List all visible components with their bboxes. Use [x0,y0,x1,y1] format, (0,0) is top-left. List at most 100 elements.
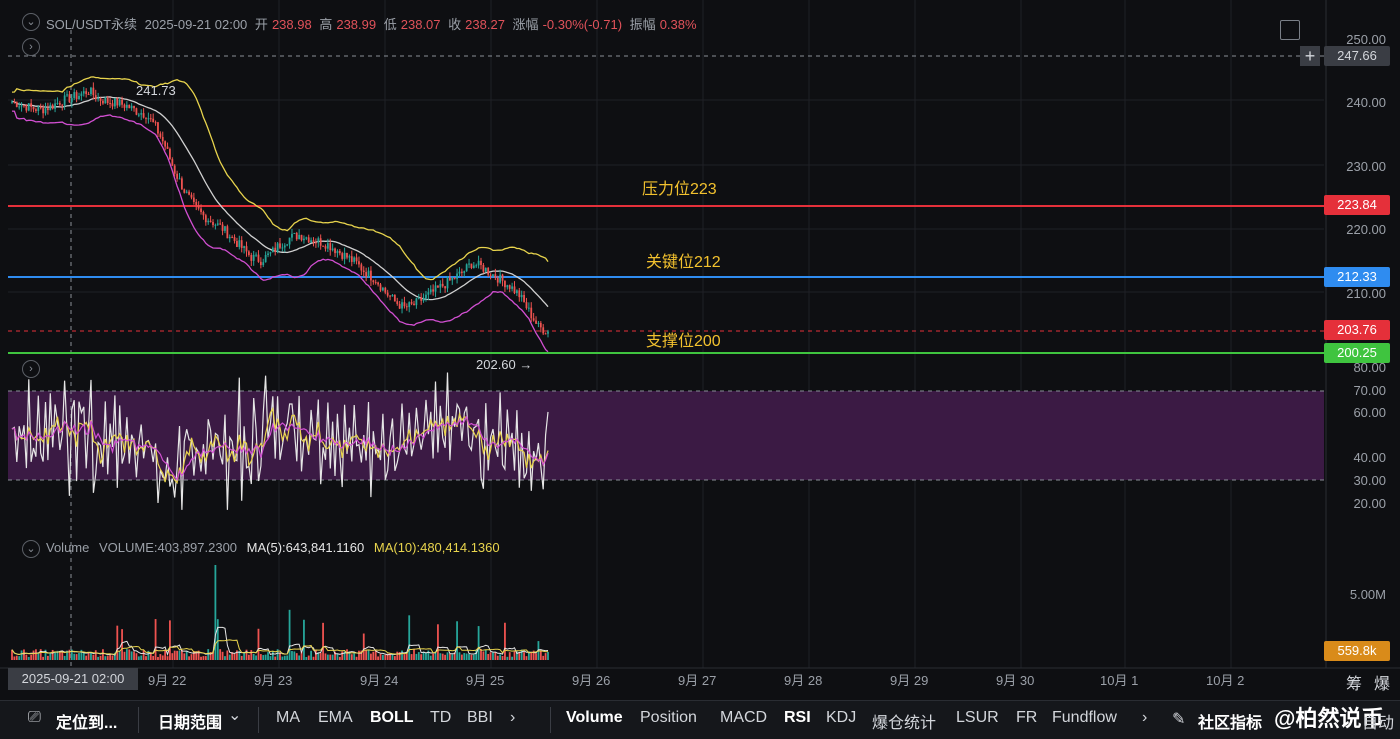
volume-bar [255,655,257,660]
candle-body [477,260,480,266]
candle-body [393,295,396,302]
candle-body [190,194,193,198]
volume-bar [267,652,269,660]
more-sub-icon[interactable]: › [1142,709,1147,727]
price-axis-250: 250.00 [1346,32,1386,47]
indicator-boll[interactable]: BOLL [370,709,414,727]
candle-body [30,103,33,107]
candle-body [422,298,425,301]
candle-body [97,97,100,100]
candle-body [135,108,138,115]
candle-body [152,118,155,123]
indicator-ma[interactable]: MA [276,709,300,727]
candle-body [68,94,71,103]
volume-bar [511,656,514,660]
indicator-kdj[interactable]: KDJ [826,709,856,727]
indicator-td[interactable]: TD [430,709,451,727]
volume-bar [492,652,494,660]
community-indicator-button[interactable]: 社区指标 [1198,709,1262,733]
volume-bar [448,653,451,660]
candle-body [456,273,458,279]
indicator-macd[interactable]: MACD [720,709,767,727]
auto-button[interactable]: 自动 [1362,709,1394,733]
volume-bar [245,649,248,660]
chip-button[interactable]: 筹 [1346,670,1362,694]
volume-bar [482,651,485,660]
close-value: 238.27 [465,17,505,32]
volume-bar [183,653,186,660]
fullscreen-icon[interactable] [1280,20,1300,40]
liquidation-button[interactable]: 爆 [1374,670,1390,694]
time-label-6: 9月 28 [784,673,823,688]
volume-bar [484,650,487,660]
candle-body [346,252,348,258]
volume-bar [336,653,339,660]
volume-bar [173,650,176,660]
candle-body [398,303,401,309]
candle-body [513,286,516,294]
indicator-ema[interactable]: EMA [318,709,353,727]
indicator-bbi[interactable]: BBI [467,709,493,727]
volume-bar [281,656,284,660]
volume-bar [480,649,482,660]
volume-label: Volume [46,540,90,555]
volume-bar [298,655,301,660]
close-label: 收 [448,17,462,32]
candle-body [353,257,356,262]
volume-bar [109,654,112,660]
candle-body [403,302,406,307]
volume-value: VOLUME:403,897.2300 [99,540,238,555]
expand-arrow-icon[interactable]: › [22,38,40,56]
locate-icon[interactable]: ⎚ [28,709,41,727]
volume-bar [46,655,49,660]
volume-bar [78,652,80,660]
volume-collapse-icon[interactable]: ⌄ [22,540,40,558]
volume-bar [465,653,468,660]
volume-bar [338,656,341,660]
rsi-expand-icon[interactable]: › [22,360,40,378]
candle-body [183,189,186,193]
candle-body [236,241,238,247]
indicator-liquidation[interactable]: 爆仓统计 [872,709,936,733]
volume-bar [18,656,21,660]
candle-body [429,289,432,293]
candle-body [171,159,174,166]
volume-bar [200,656,202,660]
candle-body [523,295,525,303]
indicator-volume[interactable]: Volume [566,709,623,727]
locate-button[interactable]: 定位到... [56,709,117,733]
volume-bar [293,651,296,660]
indicator-fr[interactable]: FR [1016,709,1037,727]
volume-bar [27,656,30,660]
volume-bar [23,649,25,660]
candle-body [298,234,301,240]
indicator-position[interactable]: Position [640,709,697,727]
candle-body [73,92,76,99]
candle-body [178,178,181,180]
more-main-icon[interactable]: › [510,709,515,727]
volume-bar [51,649,54,660]
candle-body [39,106,42,109]
resistance-price-tag: 223.84 [1324,195,1390,215]
volume-bar [432,653,435,660]
edit-icon[interactable]: ✎ [1172,709,1185,729]
volume-bar [188,656,190,660]
indicator-lsur[interactable]: LSUR [956,709,999,727]
indicator-fundflow[interactable]: Fundflow [1052,709,1117,727]
volume-bar [178,650,181,660]
indicator-rsi[interactable]: RSI [784,709,811,727]
collapse-toggle-icon[interactable]: ⌄ [22,13,40,31]
date-range-button[interactable]: 日期范围 [158,709,222,733]
chevron-down-icon[interactable]: ⌄ [228,705,241,725]
candle-body [460,271,463,273]
volume-bar [164,649,167,660]
candle-body [185,191,188,193]
candle-body [142,113,145,118]
candle-body [511,286,514,289]
volume-ma5-label: MA(5):643,841.1160 [246,540,365,555]
add-level-icon[interactable]: + [1300,46,1320,66]
volume-bar [513,650,516,660]
candle-body [262,262,265,266]
volume-bar [494,651,497,660]
rsi-axis-60: 60.00 [1353,405,1386,420]
